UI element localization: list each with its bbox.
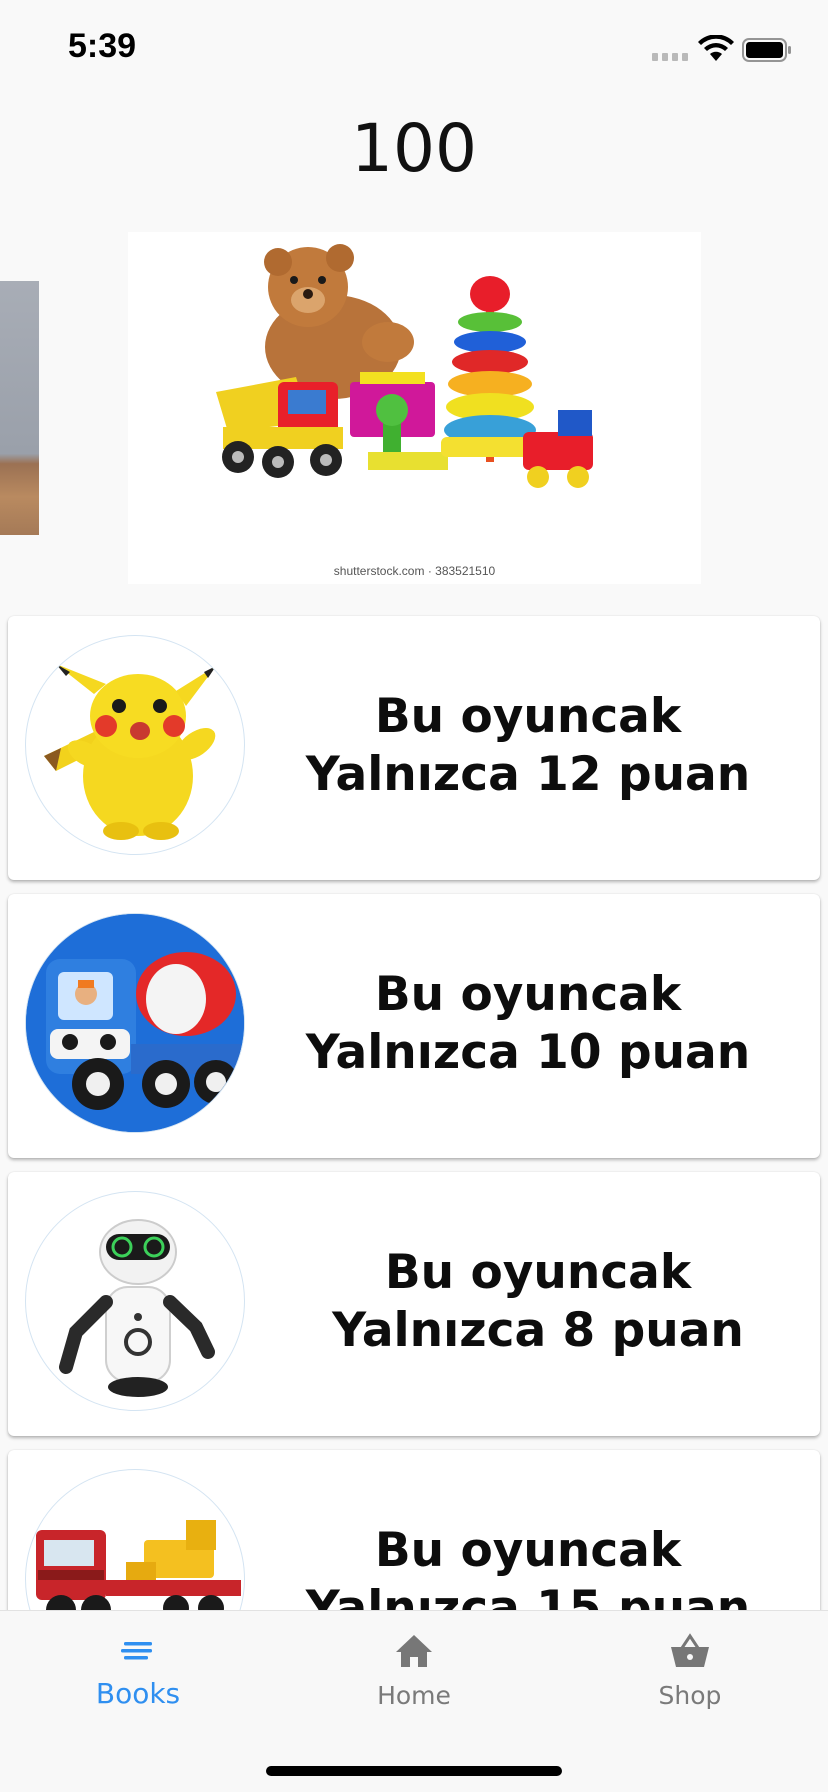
product-list[interactable]: Bu oyuncak Yalnızca 12 puan Bu oyuncak Y… — [0, 614, 828, 1610]
battery-icon — [742, 38, 791, 62]
truck-trailer-toy-image — [25, 1469, 245, 1610]
signal-icon — [652, 53, 690, 61]
tab-shop-label: Shop — [658, 1681, 722, 1710]
books-icon — [121, 1642, 152, 1660]
product-description: Bu oyuncak Yalnızca 12 puan — [258, 688, 798, 804]
wifi-icon — [698, 35, 734, 61]
product-price: Yalnızca 10 puan — [305, 1025, 751, 1080]
product-description: Bu oyuncak Yalnızca 15 puan — [258, 1522, 798, 1610]
toys-banner[interactable]: shutterstock.com · 383521510 — [128, 232, 701, 584]
product-line1: Bu oyuncak — [374, 689, 682, 744]
cement-truck-toy-image — [25, 913, 245, 1133]
product-description: Bu oyuncak Yalnızca 10 puan — [258, 966, 798, 1082]
tab-home[interactable]: Home — [276, 1611, 552, 1731]
screen: 5:39 100 shutterstock.com · 383521510 Bu… — [0, 0, 828, 1792]
tab-books-label: Books — [95, 1677, 181, 1710]
tab-bar: Books Home Shop — [0, 1610, 828, 1792]
tab-home-label: Home — [377, 1681, 451, 1710]
product-line1: Bu oyuncak — [374, 1523, 682, 1578]
product-card[interactable]: Bu oyuncak Yalnızca 10 puan — [8, 894, 820, 1158]
status-time: 5:39 — [68, 27, 137, 65]
toys-banner-image — [216, 244, 593, 488]
product-line1: Bu oyuncak — [374, 967, 682, 1022]
points-counter: 100 — [351, 110, 477, 187]
tab-books[interactable]: Books — [0, 1611, 276, 1731]
robot-toy-image — [25, 1191, 245, 1411]
carousel-previous-slide[interactable] — [0, 281, 39, 535]
home-icon — [396, 1635, 432, 1667]
banner-watermark: shutterstock.com · 383521510 — [333, 564, 496, 578]
product-price: Yalnızca 12 puan — [305, 747, 751, 802]
product-price: Yalnızca 8 puan — [332, 1303, 744, 1358]
product-description: Bu oyuncak Yalnızca 8 puan — [268, 1244, 808, 1360]
product-card[interactable]: Bu oyuncak Yalnızca 12 puan — [8, 616, 820, 880]
product-card[interactable]: Bu oyuncak Yalnızca 8 puan — [8, 1172, 820, 1436]
tab-shop[interactable]: Shop — [552, 1611, 828, 1731]
status-bar: 5:39 — [0, 0, 828, 100]
product-card[interactable]: Bu oyuncak Yalnızca 15 puan — [8, 1450, 820, 1610]
home-indicator[interactable] — [266, 1766, 562, 1776]
product-price: Yalnızca 15 puan — [305, 1581, 751, 1610]
product-line1: Bu oyuncak — [384, 1245, 692, 1300]
pikachu-toy-image — [25, 635, 245, 855]
basket-icon — [671, 1633, 709, 1667]
